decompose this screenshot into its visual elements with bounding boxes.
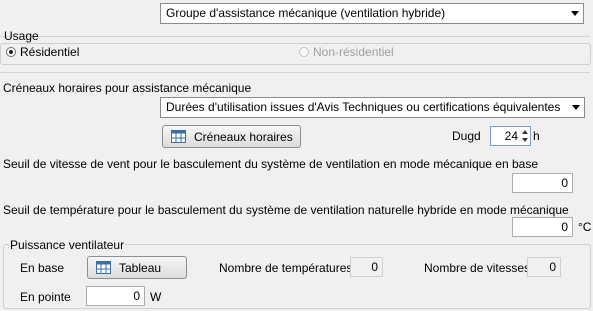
dugd-unit: h [533, 129, 540, 143]
num-speeds-label: Nombre de vitesses [424, 261, 531, 275]
spin-up-icon[interactable] [522, 130, 528, 134]
residential-radio[interactable] [6, 47, 16, 57]
temperature-unit: °C [578, 220, 592, 234]
peak-power-unit: W [150, 290, 162, 304]
wind-threshold-input[interactable]: 0 [512, 173, 573, 193]
num-speeds-field: 0 [527, 257, 561, 277]
time-slots-button[interactable]: Créneaux horaires [162, 125, 301, 148]
table-icon [171, 130, 186, 143]
temperature-threshold-label: Seuil de température pour le basculement… [3, 203, 569, 217]
spin-down-icon[interactable] [522, 138, 528, 142]
schedules-divider [0, 72, 590, 73]
num-temperatures-field: 0 [350, 257, 383, 277]
dugd-value: 24 [504, 129, 518, 143]
num-temperatures-value: 0 [371, 260, 378, 274]
usage-title: Usage [4, 29, 39, 43]
dugd-spinner[interactable]: 24 [490, 126, 531, 146]
schedules-title: Créneaux horaires pour assistance mécani… [3, 81, 252, 95]
num-temperatures-label: Nombre de températures [219, 261, 353, 275]
peak-label: En pointe [20, 290, 71, 304]
temperature-threshold-value: 0 [561, 220, 568, 234]
peak-power-input[interactable]: 0 [86, 286, 145, 306]
temperature-threshold-input[interactable]: 0 [512, 217, 573, 237]
schedule-source-value: Durées d'utilisation issues d'Avis Techn… [166, 100, 561, 114]
usage-group [0, 43, 591, 65]
chevron-down-icon[interactable] [572, 105, 580, 110]
table-button[interactable]: Tableau [87, 256, 187, 279]
table-button-label: Tableau [119, 260, 162, 275]
residential-label[interactable]: Résidentiel [20, 45, 79, 59]
schedule-source-select[interactable]: Durées d'utilisation issues d'Avis Techn… [160, 97, 585, 118]
table-icon [96, 261, 111, 274]
chevron-down-icon[interactable] [571, 11, 579, 16]
non-residential-radio[interactable] [299, 47, 309, 57]
time-slots-button-label: Créneaux horaires [194, 129, 293, 144]
fan-power-title: Puissance ventilateur [9, 238, 126, 252]
peak-power-value: 0 [133, 289, 140, 303]
dugd-label: Dugd [452, 129, 481, 143]
assistance-group-value: Groupe d'assistance mécanique (ventilati… [166, 6, 446, 20]
num-speeds-value: 0 [549, 260, 556, 274]
wind-threshold-label: Seuil de vitesse de vent pour le bascule… [3, 157, 538, 171]
non-residential-label[interactable]: Non-résidentiel [313, 45, 394, 59]
usage-divider [0, 36, 590, 37]
assistance-group-select[interactable]: Groupe d'assistance mécanique (ventilati… [160, 3, 584, 24]
wind-threshold-value: 0 [561, 176, 568, 190]
base-label: En base [20, 261, 65, 275]
